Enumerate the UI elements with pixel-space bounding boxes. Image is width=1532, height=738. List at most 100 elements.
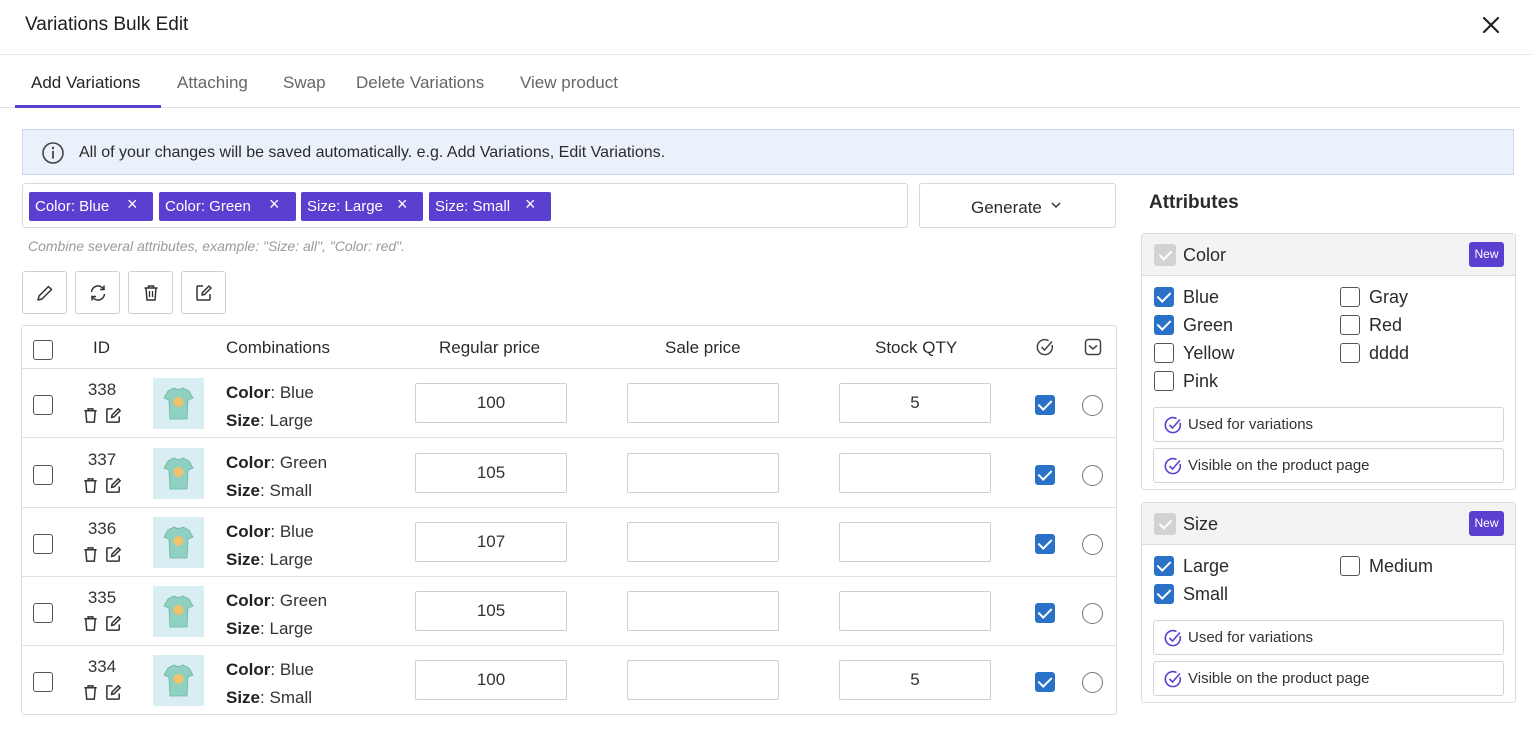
attribute-tag-input[interactable]: Color: Blue × Color: Green × Size: Large…: [22, 183, 908, 228]
edit-button[interactable]: [22, 271, 67, 314]
row-actions: [80, 406, 126, 426]
term-checkbox[interactable]: [1340, 556, 1360, 576]
combination-key: Size: [226, 688, 261, 707]
delete-button[interactable]: [128, 271, 173, 314]
combination-key: Size: [226, 550, 261, 569]
bulk-edit-button[interactable]: [181, 271, 226, 314]
combination-value: Large: [269, 411, 313, 430]
regular-price-input[interactable]: 105: [415, 591, 567, 631]
regular-price-input[interactable]: 107: [415, 522, 567, 562]
combination: Color: Blue Size: Large: [226, 383, 314, 430]
regular-price-input[interactable]: 105: [415, 453, 567, 493]
tab-attaching[interactable]: Attaching: [177, 73, 248, 93]
default-variation-radio[interactable]: [1082, 395, 1103, 416]
term-checkbox[interactable]: [1340, 287, 1360, 307]
trash-icon[interactable]: [81, 476, 100, 495]
stock-qty-input[interactable]: [839, 453, 991, 493]
attribute-toggle-checkbox[interactable]: [1154, 244, 1176, 266]
term-checkbox[interactable]: [1154, 343, 1174, 363]
table-header: ID Combinations Regular price Sale price…: [22, 326, 1116, 369]
trash-icon[interactable]: [81, 614, 100, 633]
new-term-button[interactable]: New: [1469, 242, 1504, 267]
edit-square-icon[interactable]: [104, 545, 123, 564]
tab-add-variations[interactable]: Add Variations: [31, 73, 140, 93]
tag-size-large: Size: Large ×: [301, 192, 423, 221]
row-select-checkbox[interactable]: [33, 603, 53, 623]
remove-tag-icon[interactable]: ×: [269, 194, 280, 215]
pencil-icon: [37, 285, 53, 301]
term-checkbox[interactable]: [1340, 343, 1360, 363]
circle-check-icon: [1036, 338, 1054, 356]
term-label: Green: [1183, 315, 1234, 335]
new-term-button[interactable]: New: [1469, 511, 1504, 536]
default-variation-radio[interactable]: [1082, 603, 1103, 624]
visible-on-product-page-toggle[interactable]: Visible on the product page: [1153, 448, 1504, 483]
trash-icon[interactable]: [81, 406, 100, 425]
row-select-checkbox[interactable]: [33, 395, 53, 415]
edit-square-icon[interactable]: [104, 406, 123, 425]
tab-view-product[interactable]: View product: [520, 73, 618, 93]
trash-icon[interactable]: [81, 545, 100, 564]
sale-price-input[interactable]: [627, 660, 779, 700]
term-checkbox[interactable]: [1340, 315, 1360, 335]
row-actions: [80, 545, 126, 565]
remove-tag-icon[interactable]: ×: [127, 194, 138, 215]
chevron-down-icon: [1051, 202, 1061, 209]
row-select-checkbox[interactable]: [33, 465, 53, 485]
attribute-panel-color: Color New Blue Gray Green Red Yellow ddd…: [1141, 233, 1516, 490]
sale-price-input[interactable]: [627, 453, 779, 493]
sale-price-input[interactable]: [627, 591, 779, 631]
trash-icon: [144, 285, 158, 301]
enabled-checkbox[interactable]: [1035, 534, 1055, 554]
stock-qty-input[interactable]: 5: [839, 383, 991, 423]
close-icon[interactable]: [1478, 12, 1504, 38]
term-checkbox[interactable]: [1154, 584, 1174, 604]
default-variation-radio[interactable]: [1082, 465, 1103, 486]
variations-table: ID Combinations Regular price Sale price…: [21, 325, 1117, 715]
used-for-variations-toggle[interactable]: Used for variations: [1153, 407, 1504, 442]
select-all-checkbox[interactable]: [33, 340, 53, 360]
sale-price-input[interactable]: [627, 522, 779, 562]
term-checkbox[interactable]: [1154, 371, 1174, 391]
edit-square-icon[interactable]: [104, 476, 123, 495]
visible-on-product-page-toggle[interactable]: Visible on the product page: [1153, 661, 1504, 696]
term-checkbox[interactable]: [1154, 315, 1174, 335]
regular-price-input[interactable]: 100: [415, 660, 567, 700]
stock-qty-input[interactable]: [839, 591, 991, 631]
remove-tag-icon[interactable]: ×: [525, 194, 536, 215]
enabled-checkbox[interactable]: [1035, 395, 1055, 415]
remove-tag-icon[interactable]: ×: [397, 194, 408, 215]
stock-qty-input[interactable]: 5: [839, 660, 991, 700]
attributes-title: Attributes: [1149, 192, 1239, 213]
enabled-checkbox[interactable]: [1035, 603, 1055, 623]
combination-value: Large: [269, 619, 313, 638]
stock-qty-input[interactable]: [839, 522, 991, 562]
toggle-label: Visible on the product page: [1188, 670, 1370, 687]
tag-size-small: Size: Small ×: [429, 192, 551, 221]
sale-price-input[interactable]: [627, 383, 779, 423]
attribute-toggle-checkbox[interactable]: [1154, 513, 1176, 535]
default-variation-radio[interactable]: [1082, 534, 1103, 555]
tab-delete-variations[interactable]: Delete Variations: [356, 73, 484, 93]
default-variation-radio[interactable]: [1082, 672, 1103, 693]
toggle-label: Used for variations: [1188, 416, 1314, 433]
enabled-checkbox[interactable]: [1035, 672, 1055, 692]
notice-text: All of your changes will be saved automa…: [79, 144, 666, 161]
trash-icon[interactable]: [81, 683, 100, 702]
row-select-checkbox[interactable]: [33, 534, 53, 554]
edit-square-icon[interactable]: [104, 614, 123, 633]
used-for-variations-toggle[interactable]: Used for variations: [1153, 620, 1504, 655]
regular-price-input[interactable]: 100: [415, 383, 567, 423]
generate-button[interactable]: Generate: [919, 183, 1116, 228]
term-label: Medium: [1369, 556, 1434, 576]
circle-check-icon: [1164, 457, 1182, 475]
term-label: Large: [1183, 556, 1230, 576]
circle-check-icon: [1164, 670, 1182, 688]
tab-swap[interactable]: Swap: [283, 73, 326, 93]
term-checkbox[interactable]: [1154, 556, 1174, 576]
edit-square-icon[interactable]: [104, 683, 123, 702]
refresh-button[interactable]: [75, 271, 120, 314]
row-select-checkbox[interactable]: [33, 672, 53, 692]
enabled-checkbox[interactable]: [1035, 465, 1055, 485]
term-checkbox[interactable]: [1154, 287, 1174, 307]
